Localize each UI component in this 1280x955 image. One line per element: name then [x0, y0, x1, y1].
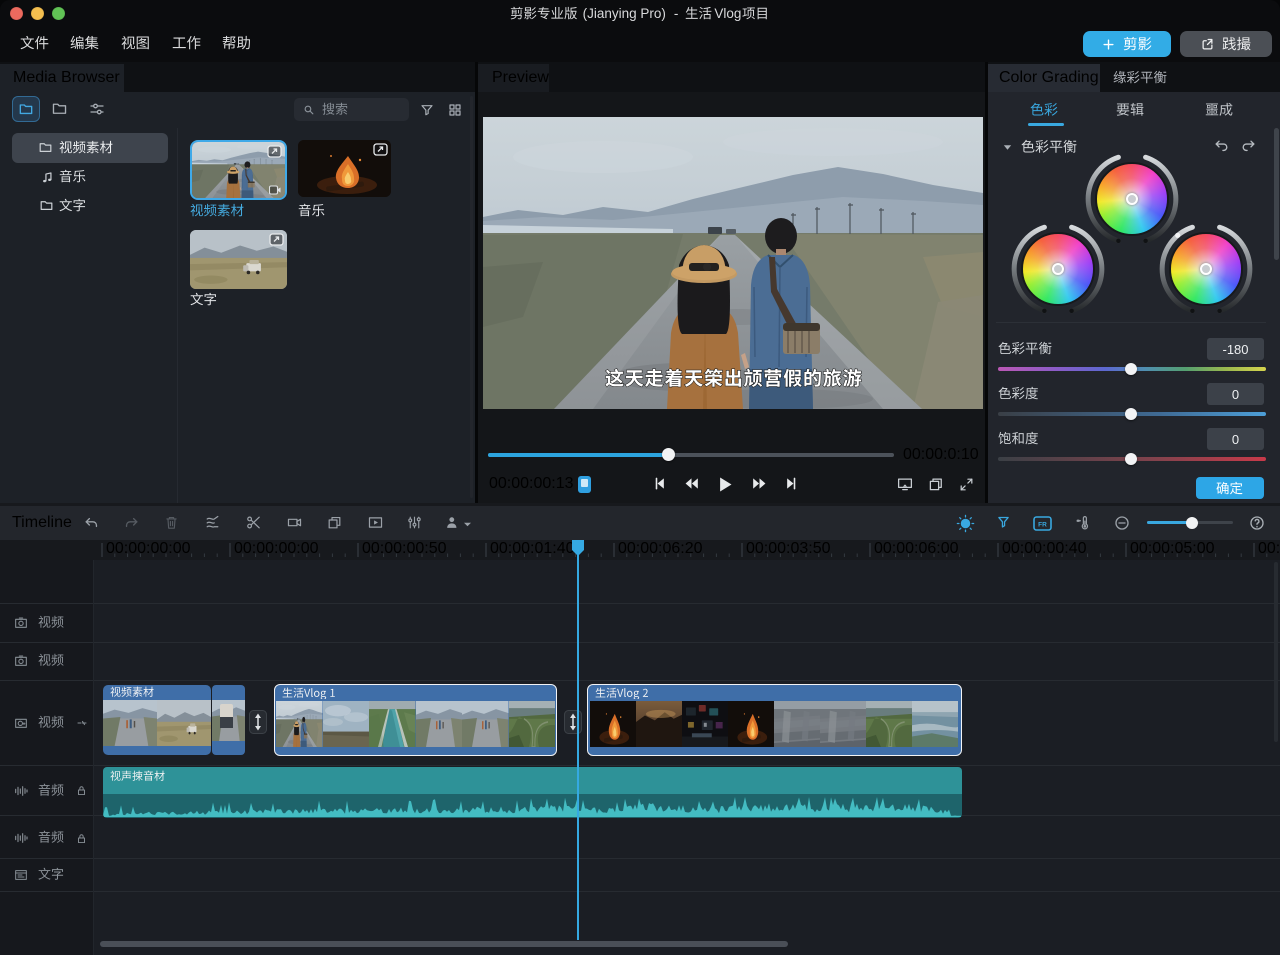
- svg-text:FR: FR: [1038, 522, 1047, 529]
